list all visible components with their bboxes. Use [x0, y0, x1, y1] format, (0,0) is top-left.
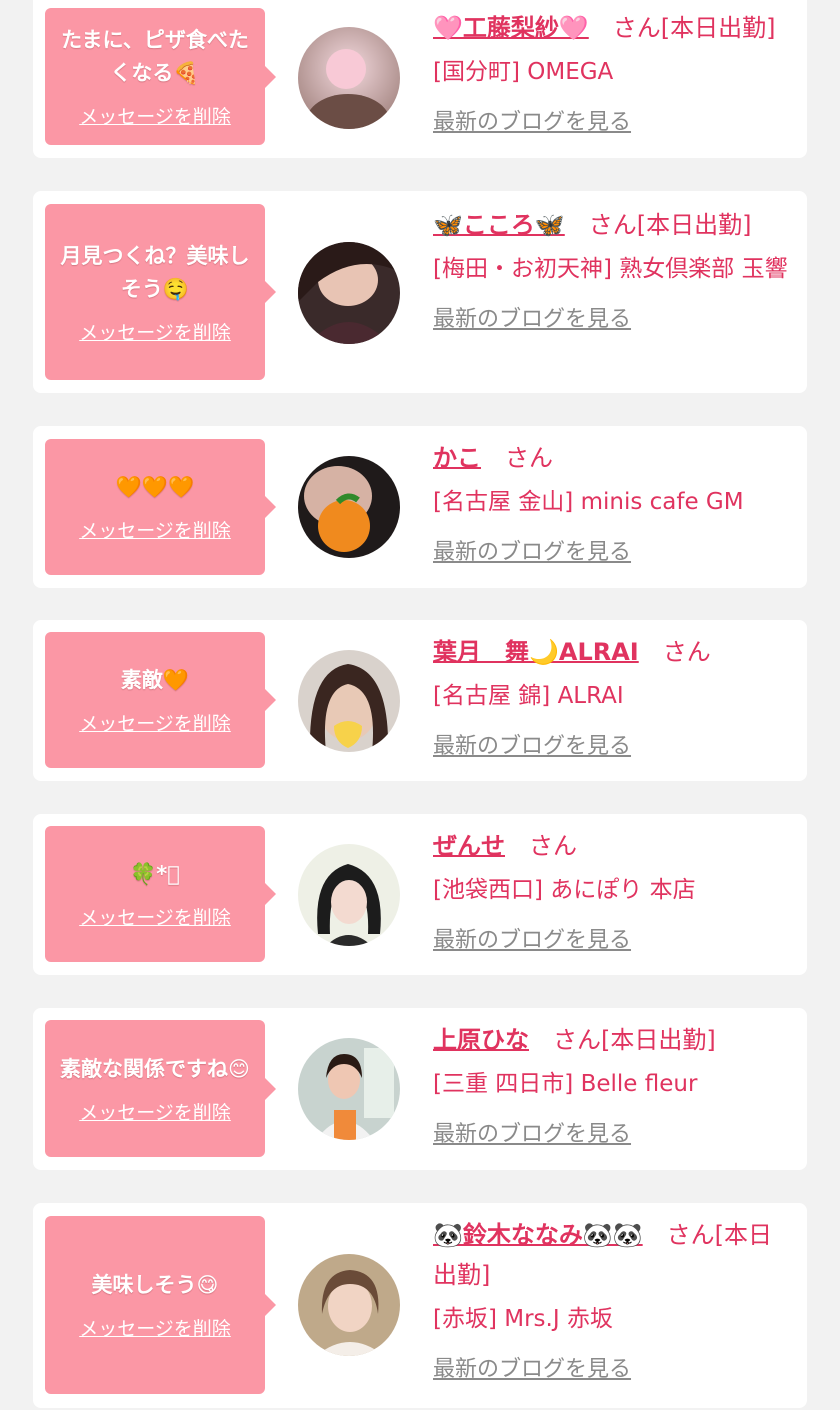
message-text: 🍀*ﾟ — [130, 862, 180, 886]
delete-message-link[interactable]: メッセージを削除 — [79, 516, 231, 543]
delete-message-link[interactable]: メッセージを削除 — [79, 318, 231, 345]
cast-name-link[interactable]: 🐼鈴木ななみ🐼🐼 — [433, 1221, 643, 1249]
shop-label: [池袋西口] あにぽり 本店 — [433, 877, 696, 903]
cast-name-link[interactable]: 上原ひな — [433, 1026, 529, 1054]
message-text: 素敵な関係ですね😊 — [60, 1056, 250, 1081]
message-bubble: たまに、ピザ食べたくなる🍕 メッセージを削除 — [45, 8, 276, 145]
cast-suffix: さん[本日出勤] — [553, 1026, 716, 1054]
latest-blog-link[interactable]: 最新のブログを見る — [433, 1351, 631, 1383]
message-text: たまに、ピザ食べたくなる🍕 — [61, 28, 249, 85]
message-bubble: 🧡🧡🧡 メッセージを削除 — [45, 439, 276, 575]
shop-label: [名古屋 錦] ALRAI — [433, 683, 624, 709]
delete-message-link[interactable]: メッセージを削除 — [79, 709, 231, 736]
cast-info: 🦋こころ🦋 さん[本日出勤] [梅田・お初天神] 熟女倶楽部 玉響 最新のブログ… — [433, 205, 789, 333]
message-card: 🍀*ﾟ メッセージを削除 ぜんせ さん [池袋西口] あにぽり 本店 最新のブロ… — [33, 814, 807, 975]
shop-label: [赤坂] Mrs.J 赤坂 — [433, 1306, 613, 1332]
avatar[interactable] — [298, 1038, 400, 1140]
shop-label: [国分町] OMEGA — [433, 59, 614, 85]
cast-info: ぜんせ さん [池袋西口] あにぽり 本店 最新のブログを見る — [433, 826, 789, 954]
avatar[interactable] — [298, 456, 400, 558]
avatar[interactable] — [298, 242, 400, 344]
shop-label: [名古屋 金山] minis cafe GM — [433, 489, 744, 515]
cast-name-link[interactable]: かこ — [433, 444, 481, 472]
cast-name-link[interactable]: 葉月 舞🌙ALRAI — [433, 638, 639, 666]
latest-blog-link[interactable]: 最新のブログを見る — [433, 1116, 631, 1148]
message-bubble: 美味しそう😋 メッセージを削除 — [45, 1216, 276, 1394]
avatar[interactable] — [298, 650, 400, 752]
delete-message-link[interactable]: メッセージを削除 — [79, 1314, 231, 1341]
message-text: 美味しそう😋 — [91, 1273, 219, 1297]
cast-info: 上原ひな さん[本日出勤] [三重 四日市] Belle fleur 最新のブロ… — [433, 1020, 789, 1148]
message-card: たまに、ピザ食べたくなる🍕 メッセージを削除 🩷工藤梨紗🩷 さん[本日出勤] [… — [33, 0, 807, 158]
avatar[interactable] — [298, 844, 400, 946]
cast-info: 🐼鈴木ななみ🐼🐼 さん[本日出勤] [赤坂] Mrs.J 赤坂 最新のブログを見… — [433, 1215, 789, 1383]
shop-label: [梅田・お初天神] 熟女倶楽部 玉響 — [433, 256, 788, 282]
message-text: 月見つくね？美味しそう🤤 — [60, 243, 250, 301]
message-bubble: 🍀*ﾟ メッセージを削除 — [45, 826, 276, 962]
cast-name-link[interactable]: 🦋こころ🦋 — [433, 211, 565, 239]
avatar[interactable] — [298, 1254, 400, 1356]
cast-suffix: さん — [505, 444, 553, 472]
delete-message-link[interactable]: メッセージを削除 — [79, 903, 231, 930]
shop-label: [三重 四日市] Belle fleur — [433, 1071, 698, 1097]
delete-message-link[interactable]: メッセージを削除 — [79, 102, 231, 129]
latest-blog-link[interactable]: 最新のブログを見る — [433, 104, 631, 136]
cast-info: 🩷工藤梨紗🩷 さん[本日出勤] [国分町] OMEGA 最新のブログを見る — [433, 8, 789, 136]
latest-blog-link[interactable]: 最新のブログを見る — [433, 301, 631, 333]
cast-suffix: さん — [529, 832, 577, 860]
cast-info: 葉月 舞🌙ALRAI さん [名古屋 錦] ALRAI 最新のブログを見る — [433, 632, 789, 760]
latest-blog-link[interactable]: 最新のブログを見る — [433, 922, 631, 954]
cast-suffix: さん — [662, 638, 711, 666]
delete-message-link[interactable]: メッセージを削除 — [79, 1098, 231, 1125]
latest-blog-link[interactable]: 最新のブログを見る — [433, 728, 631, 760]
message-text: 🧡🧡🧡 — [115, 475, 195, 499]
cast-name-link[interactable]: 🩷工藤梨紗🩷 — [433, 14, 589, 42]
latest-blog-link[interactable]: 最新のブログを見る — [433, 534, 631, 566]
message-card: 素敵🧡 メッセージを削除 葉月 舞🌙ALRAI さん [名古屋 錦] ALRAI… — [33, 620, 807, 781]
message-bubble: 素敵な関係ですね😊 メッセージを削除 — [45, 1020, 276, 1157]
cast-info: かこ さん [名古屋 金山] minis cafe GM 最新のブログを見る — [433, 438, 789, 566]
message-card: 素敵な関係ですね😊 メッセージを削除 上原ひな さん[本日出勤] [三重 四日市… — [33, 1008, 807, 1170]
message-bubble: 素敵🧡 メッセージを削除 — [45, 632, 276, 768]
message-card: 美味しそう😋 メッセージを削除 🐼鈴木ななみ🐼🐼 さん[本日出勤] [赤坂] M… — [33, 1203, 807, 1408]
message-list: たまに、ピザ食べたくなる🍕 メッセージを削除 🩷工藤梨紗🩷 さん[本日出勤] [… — [0, 0, 840, 1410]
cast-name-link[interactable]: ぜんせ — [433, 832, 505, 860]
message-text: 素敵🧡 — [120, 668, 190, 692]
message-card: 月見つくね？美味しそう🤤 メッセージを削除 🦋こころ🦋 さん[本日出勤] [梅田… — [33, 191, 807, 393]
message-bubble: 月見つくね？美味しそう🤤 メッセージを削除 — [45, 204, 276, 380]
cast-suffix: さん[本日出勤] — [612, 14, 776, 42]
cast-suffix: さん[本日出勤] — [588, 211, 752, 239]
avatar[interactable] — [298, 27, 400, 129]
message-card: 🧡🧡🧡 メッセージを削除 かこ さん [名古屋 金山] minis cafe G… — [33, 426, 807, 588]
